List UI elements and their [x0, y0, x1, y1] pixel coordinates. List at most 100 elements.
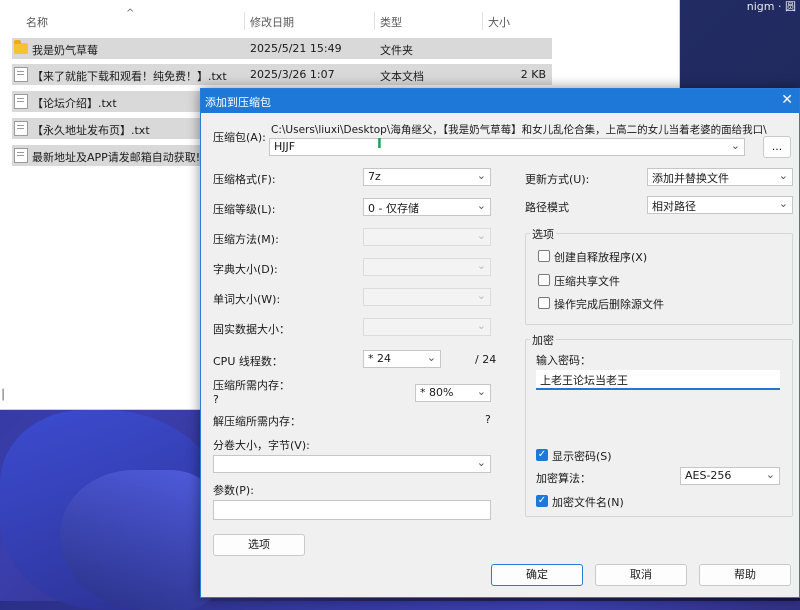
edge-marker: │: [0, 390, 7, 401]
cpu-threads-label: CPU 线程数：: [213, 355, 283, 368]
chevron-down-icon: ⌄: [476, 456, 486, 469]
path-mode-label: 路径模式: [525, 201, 569, 214]
chevron-down-icon: ⌄: [476, 259, 486, 272]
encrypt-names-label[interactable]: 加密文件名(N): [552, 494, 624, 510]
wallpaper-corner-text: nigm · 圆: [746, 0, 796, 13]
update-mode-select[interactable]: 添加并替换文件 ⌄: [647, 168, 793, 186]
shared-files-checkbox[interactable]: [538, 274, 550, 286]
file-date: 2025/3/26 1:07: [250, 68, 335, 81]
add-to-archive-dialog: 添加到压缩包 ✕ 压缩包(A): C:\Users\liuxi\Desktop\…: [200, 88, 800, 598]
text-file-icon: [14, 94, 28, 109]
cpu-threads-select[interactable]: * 24 ⌄: [363, 350, 441, 368]
chevron-down-icon: ⌄: [765, 468, 775, 481]
column-header-size[interactable]: 大小: [488, 14, 510, 30]
collapse-up-icon[interactable]: ^: [126, 8, 134, 19]
chevron-down-icon: ⌄: [778, 169, 788, 182]
split-volume-label: 分卷大小，字节(V):: [213, 439, 310, 452]
encryption-method-value: AES-256: [685, 469, 732, 482]
memory-value-unknown: ?: [213, 393, 219, 406]
archive-path: C:\Users\liuxi\Desktop\海角继父，【我是奶气草莓】和女儿乱…: [271, 124, 767, 136]
options-group: 选项 创建自释放程序(X) 压缩共享文件 操作完成后删除源文件: [525, 226, 793, 325]
encryption-method-label: 加密算法：: [536, 472, 591, 485]
path-mode-value: 相对路径: [652, 200, 696, 213]
file-size: 2 KB: [520, 68, 546, 81]
chevron-down-icon: ⌄: [476, 385, 486, 398]
chevron-down-icon: ⌄: [476, 319, 486, 332]
dialog-title: 添加到压缩包: [205, 96, 271, 109]
file-list-header: ^ 名称 修改日期 类型 大小: [0, 8, 679, 32]
split-volume-combo[interactable]: ⌄: [213, 455, 491, 473]
cancel-button[interactable]: 取消: [595, 564, 687, 586]
show-password-checkbox[interactable]: ✓: [536, 449, 548, 461]
column-separator[interactable]: [374, 12, 375, 30]
column-separator[interactable]: [482, 12, 483, 30]
encryption-group-title: 加密: [530, 332, 556, 348]
delete-source-label[interactable]: 操作完成后删除源文件: [554, 296, 664, 312]
cpu-threads-value: * 24: [368, 352, 391, 365]
format-value: 7z: [368, 170, 381, 183]
level-select[interactable]: 0 - 仅存储 ⌄: [363, 198, 491, 216]
encrypt-names-checkbox[interactable]: ✓: [536, 495, 548, 507]
method-label: 压缩方法(M):: [213, 233, 279, 246]
file-name: 【论坛介绍】.txt: [32, 97, 117, 110]
dict-size-label: 字典大小(D):: [213, 263, 278, 276]
password-value: 上老王论坛当老王: [540, 374, 628, 387]
file-date: 2025/5/21 15:49: [250, 42, 342, 55]
close-icon[interactable]: ✕: [781, 92, 793, 108]
password-input[interactable]: 上老王论坛当老王: [536, 370, 780, 390]
decompress-memory-value: ?: [485, 413, 491, 426]
file-name: 我是奶气草莓: [32, 44, 98, 57]
dialog-titlebar[interactable]: 添加到压缩包 ✕: [201, 89, 799, 113]
column-header-date[interactable]: 修改日期: [250, 14, 294, 30]
solid-size-select: ⌄: [363, 318, 491, 336]
folder-icon: [14, 40, 28, 54]
file-row[interactable]: 【来了就能下载和观看！纯免费！】.txt 2025/3/26 1:07 文本文档…: [12, 64, 552, 85]
params-input[interactable]: [213, 500, 491, 520]
options-button[interactable]: 选项: [213, 534, 305, 556]
params-label: 参数(P):: [213, 484, 254, 497]
chevron-down-icon: ⌄: [476, 229, 486, 242]
memory-label: 压缩所需内存：: [213, 379, 290, 392]
file-name: 【来了就能下载和观看！纯免费！】.txt: [32, 70, 227, 83]
file-type: 文本文档: [380, 70, 424, 83]
chevron-down-icon: ⌄: [778, 197, 788, 210]
cpu-threads-max: / 24: [475, 353, 497, 366]
archive-name-value: HJJF: [274, 140, 296, 153]
archive-label: 压缩包(A):: [213, 131, 266, 144]
column-separator[interactable]: [244, 12, 245, 30]
text-file-icon: [14, 148, 28, 163]
ok-button[interactable]: 确定: [491, 564, 583, 586]
password-label: 输入密码：: [536, 354, 591, 367]
text-file-icon: [14, 67, 28, 82]
chevron-down-icon: ⌄: [476, 169, 486, 182]
text-file-icon: [14, 121, 28, 136]
chevron-down-icon: ⌄: [476, 289, 486, 302]
show-password-label[interactable]: 显示密码(S): [552, 448, 612, 464]
memory-usage-select[interactable]: * 80% ⌄: [415, 384, 491, 402]
update-mode-value: 添加并替换文件: [652, 172, 729, 185]
chevron-down-icon[interactable]: ⌄: [731, 139, 740, 152]
path-mode-select[interactable]: 相对路径 ⌄: [647, 196, 793, 214]
column-header-name[interactable]: 名称: [26, 14, 48, 30]
dict-size-select: ⌄: [363, 258, 491, 276]
options-group-title: 选项: [530, 226, 556, 242]
archive-name-combo[interactable]: HJJF ⌄: [269, 138, 745, 156]
shared-files-label[interactable]: 压缩共享文件: [554, 273, 620, 289]
solid-size-label: 固实数据大小：: [213, 323, 290, 336]
browse-button[interactable]: ...: [763, 136, 791, 158]
file-name: 【永久地址发布页】.txt: [32, 124, 150, 137]
decompress-memory-label: 解压缩所需内存：: [213, 415, 301, 428]
level-value: 0 - 仅存储: [368, 202, 419, 215]
column-header-type[interactable]: 类型: [380, 14, 402, 30]
delete-source-checkbox[interactable]: [538, 297, 550, 309]
word-size-select: ⌄: [363, 288, 491, 306]
encryption-method-select[interactable]: AES-256 ⌄: [680, 467, 780, 485]
sfx-checkbox[interactable]: [538, 250, 550, 262]
level-label: 压缩等级(L):: [213, 203, 276, 216]
file-row[interactable]: 我是奶气草莓 2025/5/21 15:49 文件夹: [12, 38, 552, 59]
format-select[interactable]: 7z ⌄: [363, 168, 491, 186]
help-button[interactable]: 帮助: [699, 564, 791, 586]
sfx-label[interactable]: 创建自释放程序(X): [554, 249, 647, 265]
chevron-down-icon: ⌄: [426, 351, 436, 364]
text-cursor-icon: I: [377, 137, 382, 152]
